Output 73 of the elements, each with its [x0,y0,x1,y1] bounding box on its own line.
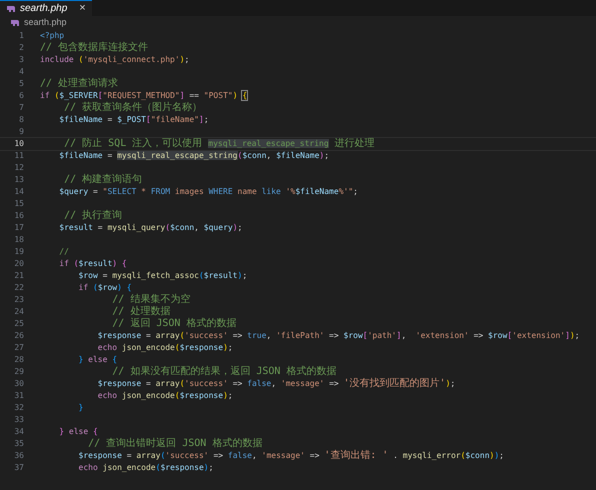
line-number: 34 [13,426,24,438]
line-number: 26 [13,330,24,342]
line-number: 20 [13,258,24,270]
code-line: // 获取查询条件（图片名称） [63,102,202,114]
code-line: // 构建查询语句 [63,174,142,186]
line-number: 15 [13,198,24,210]
line-number: 5 [18,78,24,90]
code-line: <?php [40,30,64,42]
code-line: // [58,246,69,258]
code-line: // 执行查询 [63,210,122,222]
code-line: // 包含数据库连接文件 [40,42,148,54]
file-tab[interactable]: searth.php × [0,0,92,16]
code-line: $response = array('success' => false, 'message' => '没有找到匹配的图片'); [96,378,456,390]
code-line: // 返回 JSON 格式的数据 [111,318,236,330]
code-line: // 如果没有匹配的结果，返回 JSON 格式的数据 [111,366,336,378]
line-number: 33 [13,414,24,426]
line-number: 30 [13,378,24,390]
elephant-icon [6,4,16,12]
line-number: 10 [13,138,24,150]
code-line: if ($result) { [58,258,127,270]
line-number: 6 [18,90,24,102]
code-line: // 结果集不为空 [111,294,190,306]
line-number: 23 [13,294,24,306]
line-number: 32 [13,402,24,414]
line-number: 3 [18,54,24,66]
line-number: 14 [13,186,24,198]
line-number: 31 [13,390,24,402]
line-number: 7 [18,102,24,114]
breadcrumb[interactable]: searth.php [24,16,67,30]
line-number: 18 [13,234,24,246]
code-line: $response = array('success' => false, 'message' => '查询出错: ' . mysqli_error($conn)); [78,450,504,462]
code-line: echo json_encode($response); [78,462,214,474]
line-number: 17 [13,222,24,234]
code-line: $response = array('success' => true, 'filePath' => $row['path'], 'extension' => $row['extension']); [96,330,580,342]
line-number: 25 [13,318,24,330]
code-line: $row = mysqli_fetch_assoc($result); [78,270,248,282]
line-number: 28 [13,354,24,366]
line-number: 29 [13,366,24,378]
line-number: 13 [13,174,24,186]
line-number: 37 [13,462,24,474]
code-line: // 处理查询请求 [40,78,118,90]
line-number: 11 [13,150,24,162]
line-number: 27 [13,342,24,354]
line-number: 16 [13,210,24,222]
code-line: $fileName = $_POST["fileName"]; [58,114,209,126]
code-line: $query = "SELECT * FROM images WHERE name like '%$fileName%'"; [58,186,358,198]
code-line: if ($_SERVER["REQUEST_METHOD"] == "POST") { [40,90,248,102]
code-line: include ('mysqli_connect.php'); [40,54,190,66]
line-number: 8 [18,114,24,126]
code-line: } else { [58,426,98,438]
close-icon[interactable]: × [79,0,86,17]
line-number: 35 [13,438,24,450]
code-line: $result = mysqli_query($conn, $query); [58,222,242,234]
line-number: 12 [13,162,24,174]
code-line: if ($row) { [78,282,132,294]
code-line: // 防止 SQL 注入，可以使用 mysqli_real_escape_string 进行处理 [63,138,375,150]
code-line: $fileName = mysqli_real_escape_string($conn, $fileName); [58,150,330,162]
code-line: echo json_encode($response); [96,342,233,354]
elephant-icon [10,19,20,27]
line-number: 9 [18,126,24,138]
line-number: 36 [13,450,24,462]
line-number: 1 [18,30,24,42]
line-number: 21 [13,270,24,282]
code-line: } [78,402,84,414]
code-line: } else { [78,354,118,366]
code-line: // 处理数据 [111,306,170,318]
line-number: 24 [13,306,24,318]
line-number: 22 [13,282,24,294]
line-number: 2 [18,42,24,54]
code-line: echo json_encode($response); [96,390,233,402]
code-line: // 查询出错时返回 JSON 格式的数据 [87,438,262,450]
line-number: 19 [13,246,24,258]
line-number: 4 [18,66,24,78]
